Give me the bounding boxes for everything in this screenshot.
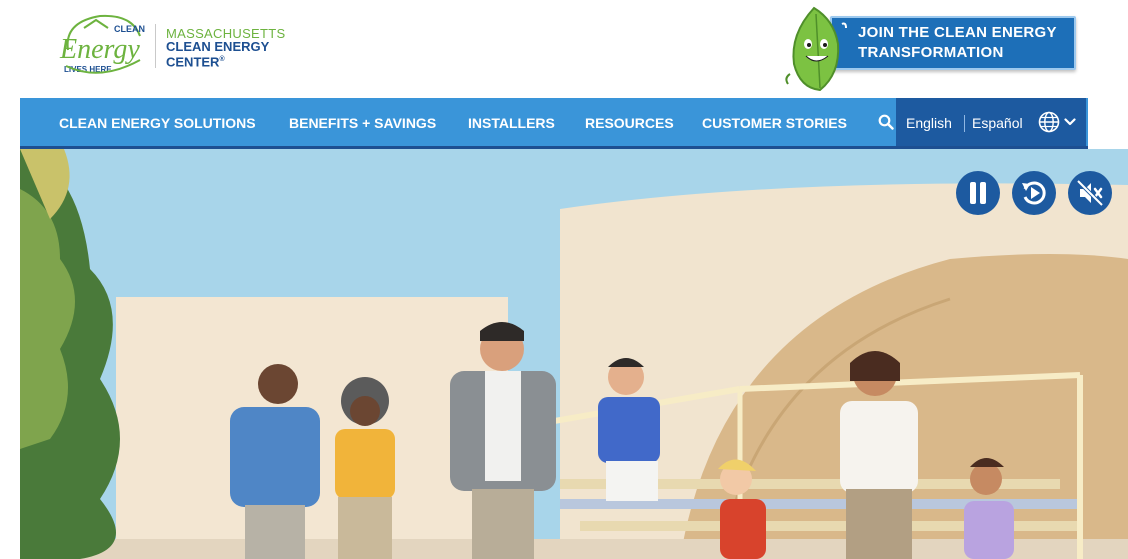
replay-icon <box>1022 181 1046 205</box>
join-transformation-cta[interactable]: JOIN THE CLEAN ENERGY TRANSFORMATION <box>780 4 1080 94</box>
mute-button[interactable] <box>1068 171 1112 215</box>
hero-video[interactable] <box>20 149 1128 559</box>
logo-mark-word: Energy <box>59 34 140 65</box>
nav-item-customer-stories[interactable]: CUSTOMER STORIES <box>702 98 847 146</box>
logo-line-center: CENTER® <box>166 53 285 68</box>
main-nav: CLEAN ENERGY SOLUTIONS BENEFITS + SAVING… <box>20 98 1088 149</box>
logo-divider <box>155 24 156 68</box>
nav-item-clean-energy-solutions[interactable]: CLEAN ENERGY SOLUTIONS <box>59 98 256 146</box>
logo-center-word: CENTER <box>166 54 220 70</box>
clean-energy-lives-here-logo: CLEAN Energy LIVES HERE <box>59 14 145 74</box>
language-english[interactable]: English <box>906 98 952 149</box>
globe-icon[interactable] <box>1038 111 1060 133</box>
language-switcher[interactable]: English Español <box>896 98 1086 146</box>
site-header: CLEAN Energy LIVES HERE MASSACHUSETTS CL… <box>0 0 1128 100</box>
cta-label: JOIN THE CLEAN ENERGY TRANSFORMATION <box>858 23 1057 63</box>
logo-wordmark: MASSACHUSETTS CLEAN ENERGY CENTER® <box>166 27 285 68</box>
nav-item-benefits-savings[interactable]: BENEFITS + SAVINGS <box>289 98 436 146</box>
logo-mark-top: CLEAN <box>114 24 145 34</box>
logo-line-clean-energy: CLEAN ENERGY <box>166 39 270 54</box>
person-woman-yellow-shirt <box>335 377 395 559</box>
language-spanish[interactable]: Español <box>972 98 1023 149</box>
cta-line-1: JOIN THE CLEAN ENERGY <box>858 24 1057 41</box>
language-separator <box>964 115 965 132</box>
logo-registered-mark: ® <box>219 56 225 63</box>
cta-line-2: TRANSFORMATION <box>858 44 1004 61</box>
pause-button[interactable] <box>956 171 1000 215</box>
search-icon[interactable] <box>878 114 894 130</box>
pause-icon <box>970 182 986 204</box>
mute-icon <box>1076 179 1104 207</box>
chevron-down-icon[interactable] <box>1064 116 1076 128</box>
replay-button[interactable] <box>1012 171 1056 215</box>
nav-item-resources[interactable]: RESOURCES <box>585 98 674 146</box>
nav-item-installers[interactable]: INSTALLERS <box>468 98 555 146</box>
leaf-mascot-icon <box>785 6 847 92</box>
masscec-logo[interactable]: CLEAN Energy LIVES HERE MASSACHUSETTS CL… <box>56 10 316 80</box>
